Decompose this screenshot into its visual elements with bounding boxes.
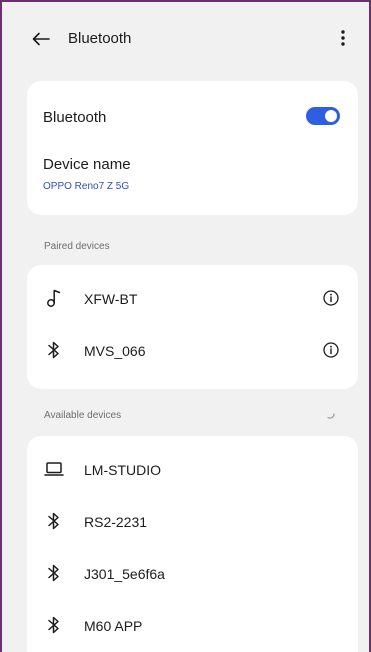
bluetooth-icon [43,614,65,636]
paired-device-row[interactable]: MVS_066 [27,327,358,377]
paired-device-name: MVS_066 [84,343,146,359]
available-devices-card: LM-STUDIO RS2-2231 J301_5e6f6a M60 APP [27,436,358,652]
bluetooth-icon [43,339,65,361]
toggle-knob [325,110,337,122]
available-device-row[interactable]: RS2-2231 [27,498,358,548]
available-devices-header: Available devices [44,410,122,421]
available-device-name: M60 APP [84,618,143,634]
more-vertical-icon [341,30,345,46]
bluetooth-icon [43,510,65,532]
loading-spinner-icon [327,413,335,419]
paired-device-name: XFW-BT [84,291,138,307]
available-device-row[interactable]: J301_5e6f6a [27,550,358,600]
paired-devices-header: Paired devices [44,241,110,252]
bluetooth-toggle-label: Bluetooth [43,109,107,126]
page-title: Bluetooth [68,30,132,47]
bluetooth-settings-screen: Bluetooth Bluetooth Device name OPPO Ren… [0,0,371,652]
bluetooth-card: Bluetooth Device name OPPO Reno7 Z 5G [27,81,358,215]
device-name-label[interactable]: Device name [43,156,131,173]
available-device-row[interactable]: LM-STUDIO [27,446,358,496]
back-button[interactable] [28,26,54,52]
paired-devices-card: XFW-BT MVS_066 [27,265,358,389]
available-device-name: J301_5e6f6a [84,566,165,582]
info-icon[interactable] [322,289,340,307]
paired-device-row[interactable]: XFW-BT [27,275,358,325]
device-name-value: OPPO Reno7 Z 5G [43,181,130,192]
info-icon[interactable] [322,341,340,359]
more-options-button[interactable] [331,24,355,52]
available-device-name: LM-STUDIO [84,462,161,478]
app-bar: Bluetooth [2,2,369,74]
laptop-icon [43,458,65,480]
bluetooth-icon [43,562,65,584]
music-note-icon [43,287,65,309]
available-device-row[interactable]: M60 APP [27,602,358,652]
bluetooth-toggle[interactable] [306,107,340,125]
arrow-left-icon [32,32,50,46]
available-device-name: RS2-2231 [84,514,148,530]
